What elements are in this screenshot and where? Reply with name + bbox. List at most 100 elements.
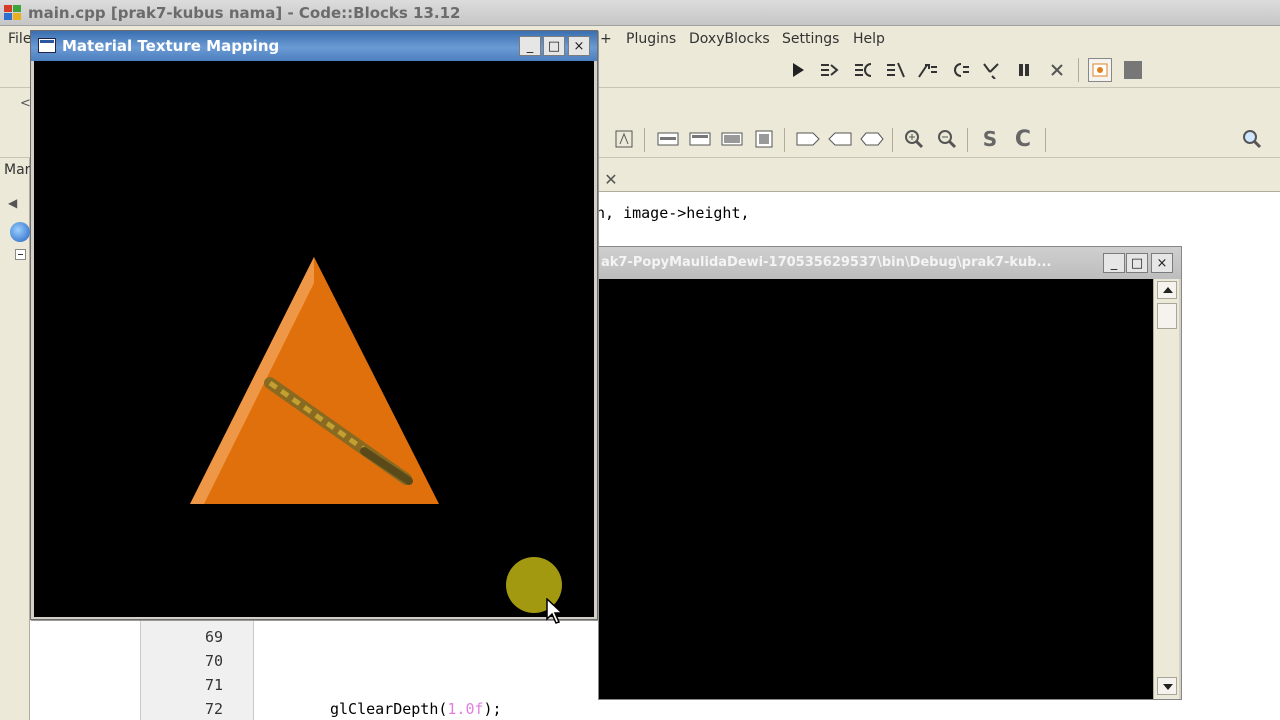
close-icon: × (573, 38, 585, 54)
select-both-icon (860, 132, 884, 146)
menu-plus[interactable]: + (600, 31, 612, 47)
line-number-gutter (140, 620, 254, 720)
next-line-icon (855, 63, 872, 77)
step-instruction-icon (983, 63, 999, 79)
mouse-pointer-icon (546, 598, 564, 624)
stop-debugger-button[interactable] (1045, 58, 1069, 82)
c-snippet-button[interactable]: C (1011, 126, 1035, 152)
scroll-down-icon[interactable] (1157, 677, 1177, 695)
management-panel (0, 158, 30, 720)
run-chm-button[interactable] (752, 127, 776, 151)
search-icon (1243, 130, 1262, 149)
search-button[interactable] (1241, 127, 1265, 151)
console-maximize-button[interactable]: □ (1126, 253, 1148, 273)
c-snippet-icon: C (1014, 126, 1032, 152)
run-to-cursor-icon (821, 64, 839, 76)
scrollbar-thumb[interactable] (1157, 303, 1177, 329)
tree-collapse-icon[interactable] (15, 249, 26, 260)
debug-run-button[interactable] (786, 58, 810, 82)
pause-button[interactable] (1012, 58, 1036, 82)
gl-minimize-button[interactable]: _ (519, 36, 541, 56)
gl-render-canvas[interactable] (34, 61, 594, 617)
run-html-button[interactable] (720, 127, 744, 151)
codeblocks-app-icon (4, 5, 22, 21)
ide-titlebar: main.cpp [prak7-kubus nama] - Code::Bloc… (0, 0, 1280, 26)
minimize-icon: _ (1110, 255, 1118, 271)
toolbar-separator (1078, 58, 1079, 82)
code-number: 1.0f (447, 700, 484, 718)
step-out-icon (918, 64, 937, 78)
console-titlebar[interactable]: ak7-PopyMaulidaDewi-170535629537\bin\Deb… (599, 247, 1181, 279)
doxy-wizard-button[interactable] (612, 127, 636, 151)
next-line-button[interactable] (852, 58, 876, 82)
block-comment-button[interactable] (656, 127, 680, 151)
line-number: 72 (205, 700, 224, 718)
console-title: ak7-PopyMaulidaDewi-170535629537\bin\Deb… (601, 255, 1052, 270)
step-out-button[interactable] (916, 58, 940, 82)
close-icon: × (1156, 255, 1168, 271)
menu-doxyblocks[interactable]: DoxyBlocks (689, 31, 770, 47)
menu-help[interactable]: Help (853, 31, 885, 47)
menu-file[interactable]: File (8, 31, 31, 47)
rendered-scene (190, 257, 439, 504)
code-line: h, image->height, (596, 204, 750, 222)
line-number: 69 (205, 628, 224, 646)
step-into-icon (887, 62, 905, 78)
run-chm-icon (755, 130, 773, 148)
maximize-icon: □ (1130, 255, 1144, 271)
block-comment-icon (657, 132, 679, 146)
menu-plugins[interactable]: Plugins (626, 31, 676, 47)
code-func: glClearDepth( (330, 700, 448, 718)
select-prev-button[interactable] (828, 127, 852, 151)
zoom-in-button[interactable] (902, 127, 926, 151)
gl-close-button[interactable]: × (568, 36, 590, 56)
line-number: 70 (205, 652, 224, 670)
code-line: glClearDepth(1.0f); (330, 700, 502, 718)
console-output[interactable] (599, 279, 1155, 699)
gl-window-title: Material Texture Mapping (62, 37, 280, 55)
toolbar-separator (644, 128, 645, 152)
zoom-out-button[interactable] (935, 127, 959, 151)
workspace-icon (10, 222, 30, 242)
code-end: ); (483, 700, 502, 718)
line-comment-button[interactable] (688, 127, 712, 151)
pause-icon (1019, 64, 1029, 76)
menu-settings[interactable]: Settings (782, 31, 839, 47)
console-minimize-button[interactable]: _ (1103, 253, 1125, 273)
toolbar-separator (1045, 128, 1046, 152)
window-app-icon (38, 38, 56, 53)
spell-check-button[interactable]: S (978, 127, 1002, 151)
console-scrollbar[interactable] (1153, 279, 1179, 699)
debug-windows-icon (1092, 63, 1108, 77)
gl-titlebar[interactable]: Material Texture Mapping _ □ × (31, 31, 597, 61)
management-panel-label: Mar (4, 162, 31, 178)
step-into-button[interactable] (884, 58, 908, 82)
close-icon[interactable]: ✕ (600, 170, 622, 190)
chevron-left-icon[interactable]: ◀ (8, 196, 17, 210)
spell-check-icon: S (982, 127, 998, 151)
console-close-button[interactable]: × (1151, 253, 1173, 273)
various-info-button[interactable] (1121, 58, 1145, 82)
run-to-cursor-button[interactable] (818, 58, 842, 82)
step-instruction-button[interactable] (980, 58, 1004, 82)
zoom-in-icon (905, 130, 924, 149)
doxy-wizard-icon (615, 130, 633, 148)
next-instruction-button[interactable] (948, 58, 972, 82)
select-icon (796, 132, 820, 146)
maximize-icon: □ (547, 38, 561, 54)
textured-triangle (190, 257, 439, 504)
gl-maximize-button[interactable]: □ (543, 36, 565, 56)
select-prev-icon (828, 132, 852, 146)
line-comment-icon (689, 132, 711, 146)
gl-window[interactable]: Material Texture Mapping _ □ × (30, 30, 598, 620)
debug-windows-button[interactable] (1088, 58, 1112, 82)
scroll-up-icon[interactable] (1157, 281, 1177, 299)
zoom-out-icon (938, 130, 957, 149)
select-button[interactable] (796, 127, 820, 151)
stop-icon (1051, 64, 1063, 76)
console-window[interactable]: ak7-PopyMaulidaDewi-170535629537\bin\Deb… (598, 246, 1182, 700)
run-html-icon (721, 132, 743, 146)
toolbar-separator (784, 128, 785, 152)
select-both-button[interactable] (860, 127, 884, 151)
line-number: 71 (205, 676, 224, 694)
